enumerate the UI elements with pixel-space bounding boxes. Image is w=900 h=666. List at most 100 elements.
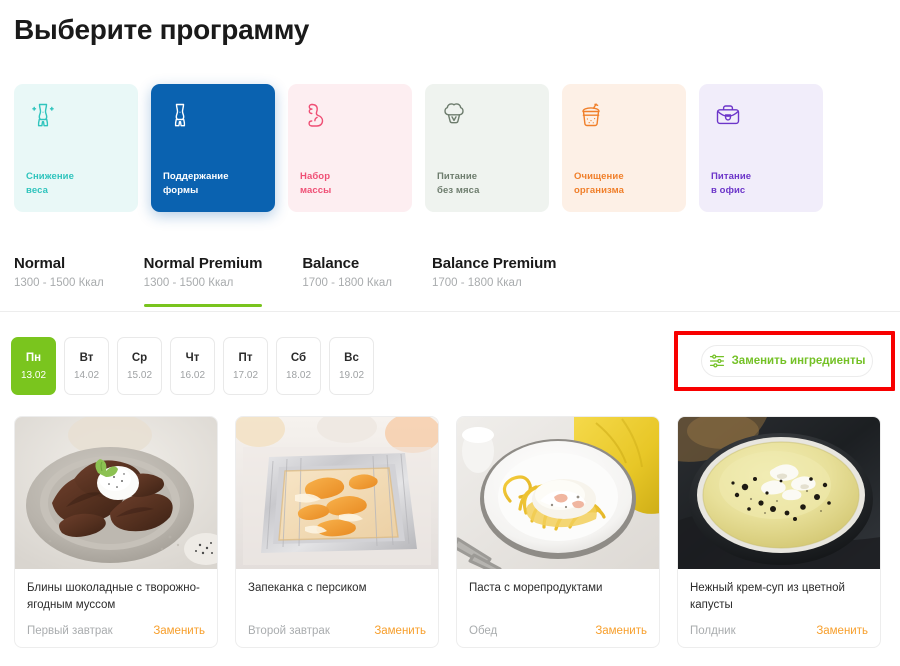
meal-type: Первый завтрак (27, 625, 113, 637)
program-card-weight-loss[interactable]: Снижение веса (14, 84, 138, 212)
day-name: Чт (185, 351, 200, 364)
tab-calories: 1300 - 1500 Ккал (14, 277, 104, 289)
meal-footer: Обед Заменить (469, 625, 647, 637)
day-pill-fri[interactable]: Пт 17.02 (223, 337, 268, 395)
program-card-label: Очищение организма (574, 170, 666, 199)
day-pill-tue[interactable]: Вт 14.02 (64, 337, 109, 395)
meal-title: Нежный крем-суп из цветной капусты (690, 582, 845, 611)
meal-type: Полдник (690, 625, 736, 637)
page-title: Выберите программу (14, 14, 310, 45)
tab-name: Normal Premium (143, 255, 263, 272)
meal-footer: Второй завтрак Заменить (248, 625, 426, 637)
day-date: 15.02 (126, 369, 153, 381)
day-pill-thu[interactable]: Чт 16.02 (170, 337, 215, 395)
program-card-label: Питание в офис (711, 170, 803, 199)
day-selector: Пн 13.02 Вт 14.02 Ср 15.02 Чт 16.02 Пт 1… (11, 337, 374, 395)
tab-balance-premium[interactable]: Balance Premium 1700 - 1800 Ккал (432, 255, 578, 301)
meal-type: Обед (469, 625, 498, 637)
meal-title: Паста с морепродуктами (469, 582, 603, 594)
tab-name: Balance (302, 255, 360, 272)
cauliflower-cream-soup-photo (678, 417, 880, 569)
body-slim-icon (26, 98, 60, 132)
seafood-pasta-photo (457, 417, 659, 569)
meal-footer: Полдник Заменить (690, 625, 868, 637)
program-label-line2: формы (163, 184, 199, 196)
program-label-line2: массы (300, 184, 332, 196)
program-label-line2: в офис (711, 184, 746, 196)
meal-card[interactable]: Блины шоколадные с творожно-ягодным мусс… (14, 416, 218, 648)
meal-title: Блины шоколадные с творожно-ягодным мусс… (27, 582, 200, 611)
day-name: Пт (238, 351, 253, 364)
meal-title: Запеканка с персиком (248, 582, 367, 594)
meal-replace-link[interactable]: Заменить (374, 625, 426, 637)
tab-calories: 1700 - 1800 Ккал (431, 277, 522, 289)
day-name: Вс (344, 351, 359, 364)
program-label-line1: Поддержание (163, 170, 229, 182)
day-name: Ср (131, 351, 148, 364)
program-label-line1: Питание (711, 170, 752, 182)
tab-name: Normal (14, 255, 66, 272)
program-label-line2: веса (26, 184, 48, 196)
meal-body: Запеканка с персиком Второй завтрак Заме… (236, 569, 438, 647)
tab-calories: 1300 - 1500 Ккал (143, 277, 234, 289)
day-date: 17.02 (232, 369, 259, 381)
meal-card[interactable]: Паста с морепродуктами Обед Заменить (456, 416, 660, 648)
day-name: Пн (25, 351, 42, 364)
meal-body: Паста с морепродуктами Обед Заменить (457, 569, 659, 647)
program-label-line2: без мяса (437, 184, 480, 196)
meal-footer: Первый завтрак Заменить (27, 625, 205, 637)
section-divider (0, 311, 900, 312)
broccoli-icon (437, 98, 471, 132)
meal-replace-link[interactable]: Заменить (595, 625, 647, 637)
program-card-mass-gain[interactable]: Набор массы (288, 84, 412, 212)
day-pill-sun[interactable]: Вс 19.02 (329, 337, 374, 395)
meal-card[interactable]: Нежный крем-суп из цветной капусты Полдн… (677, 416, 881, 648)
tab-name: Balance Premium (431, 255, 557, 272)
meal-card[interactable]: Запеканка с персиком Второй завтрак Заме… (235, 416, 439, 648)
day-date: 19.02 (338, 369, 365, 381)
meal-replace-link[interactable]: Заменить (816, 625, 868, 637)
program-card-meatless[interactable]: Питание без мяса (425, 84, 549, 212)
program-label-line1: Снижение (26, 170, 74, 182)
chocolate-pancakes-photo (15, 417, 217, 569)
day-name: Вт (79, 351, 94, 364)
meal-card-list: Блины шоколадные с творожно-ягодным мусс… (14, 416, 886, 648)
replace-ingredients-label: Заменить ингредиенты (731, 355, 866, 367)
program-label-line2: организма (574, 184, 624, 196)
peach-casserole-photo (236, 417, 438, 569)
meal-body: Блины шоколадные с творожно-ягодным мусс… (15, 569, 217, 647)
meal-body: Нежный крем-суп из цветной капусты Полдн… (678, 569, 880, 647)
smoothie-cup-icon (574, 98, 608, 132)
program-card-office[interactable]: Питание в офис (699, 84, 823, 212)
program-card-detox[interactable]: Очищение организма (562, 84, 686, 212)
briefcase-icon (711, 98, 745, 132)
program-label-line1: Набор (300, 170, 331, 182)
day-date: 16.02 (179, 369, 206, 381)
day-date: 13.02 (20, 369, 47, 381)
day-date: 18.02 (285, 369, 312, 381)
program-label-line1: Питание (437, 170, 478, 182)
day-date: 14.02 (73, 369, 100, 381)
day-pill-wed[interactable]: Ср 15.02 (117, 337, 162, 395)
program-label-line1: Очищение (574, 170, 624, 182)
program-card-label: Набор массы (300, 170, 392, 199)
meal-replace-link[interactable]: Заменить (153, 625, 205, 637)
sliders-icon (709, 353, 725, 369)
program-card-label: Снижение веса (26, 170, 118, 199)
day-pill-sat[interactable]: Сб 18.02 (276, 337, 321, 395)
muscle-arm-icon (300, 98, 334, 132)
tab-normal[interactable]: Normal 1300 - 1500 Ккал (14, 255, 126, 301)
tab-balance[interactable]: Balance 1700 - 1800 Ккал (302, 255, 414, 301)
replace-ingredients-button[interactable]: Заменить ингредиенты (701, 345, 873, 377)
tab-normal-premium[interactable]: Normal Premium 1300 - 1500 Ккал (143, 255, 285, 307)
program-card-label: Поддержание формы (163, 170, 255, 199)
day-pill-mon[interactable]: Пн 13.02 (11, 337, 56, 395)
plan-tab-list: Normal 1300 - 1500 Ккал Normal Premium 1… (14, 255, 596, 307)
tab-calories: 1700 - 1800 Ккал (302, 277, 392, 289)
day-name: Сб (290, 351, 307, 364)
program-card-list: Снижение веса Поддержание формы Набор ма… (14, 84, 886, 212)
program-card-shape-maintenance[interactable]: Поддержание формы (151, 84, 275, 212)
body-shape-icon (163, 98, 197, 132)
meal-type: Второй завтрак (248, 625, 330, 637)
program-card-label: Питание без мяса (437, 170, 529, 199)
